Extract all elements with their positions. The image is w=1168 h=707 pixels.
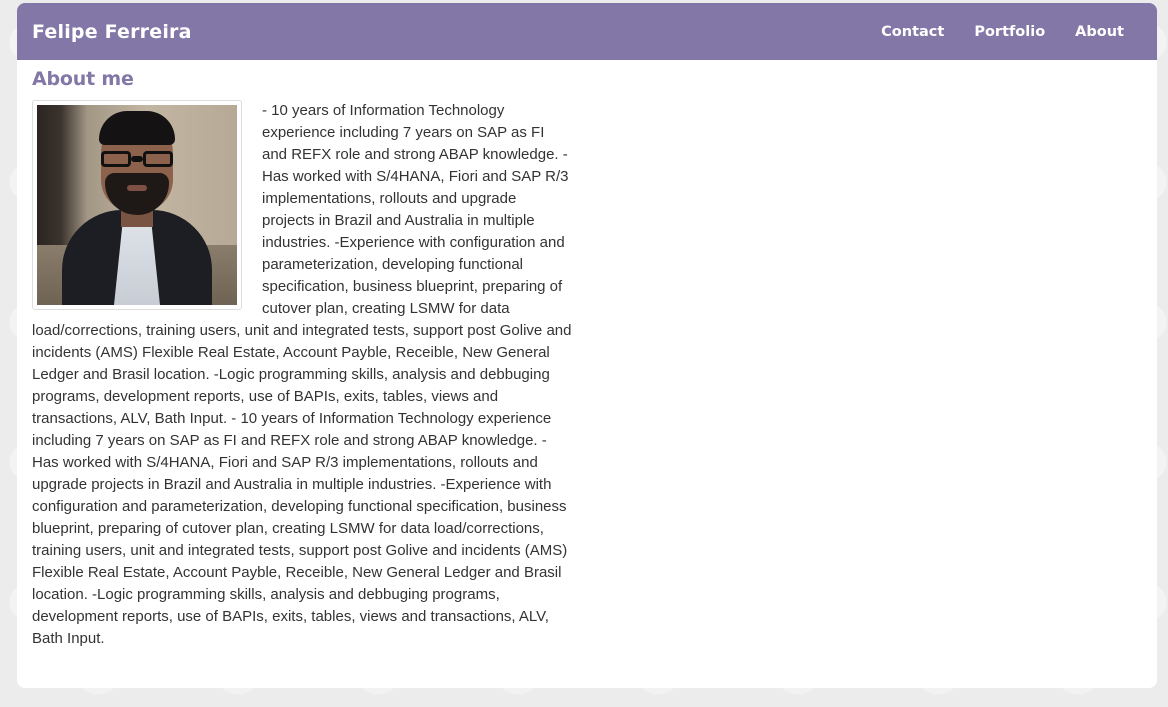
brand-link[interactable]: Felipe Ferreira [32, 21, 192, 43]
navbar: Felipe Ferreira Contact Portfolio About [17, 3, 1157, 60]
nav-link-portfolio[interactable]: Portfolio [974, 24, 1045, 40]
page-card: Felipe Ferreira Contact Portfolio About … [17, 3, 1157, 688]
nav-links: Contact Portfolio About [851, 24, 1124, 40]
nav-link-contact[interactable]: Contact [881, 24, 944, 40]
profile-photo [37, 105, 237, 305]
about-section: - 10 years of Information Technology exp… [32, 100, 572, 650]
about-title: About me [32, 68, 134, 90]
main-content: About me - 10 years of Information Techn… [17, 60, 1157, 650]
profile-photo-frame [32, 100, 242, 310]
nav-link-about[interactable]: About [1075, 24, 1124, 40]
